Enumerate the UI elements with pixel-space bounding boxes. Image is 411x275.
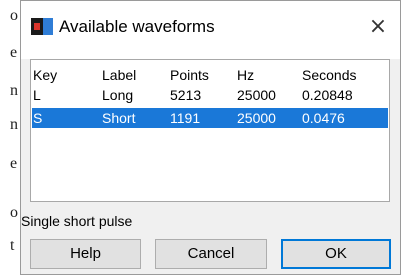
cancel-button[interactable]: Cancel [155,239,267,269]
background-letter: t [10,237,15,254]
cell-label: Short [102,110,136,126]
waveform-description: Single short pulse [21,213,133,229]
cell-key: L [33,87,41,103]
cell-points: 1191 [170,110,201,126]
cell-label: Long [102,87,134,103]
cell-key: S [33,110,43,126]
close-icon[interactable]: × [365,14,391,40]
ok-button[interactable]: OK [281,239,391,269]
column-header-points[interactable]: Points [170,65,209,85]
cell-seconds: 0.0476 [302,110,345,126]
cell-hz: 25000 [237,87,276,103]
waveform-list[interactable]: Key Label Points Hz Seconds L Long 5213 … [30,59,390,202]
cell-hz: 25000 [237,110,276,126]
waveforms-dialog: Available waveforms × Key Label Points H… [20,0,401,275]
app-icon [31,18,53,35]
dialog-title: Available waveforms [59,17,215,36]
list-row-short[interactable]: S Short 1191 25000 0.0476 [32,108,388,128]
list-header: Key Label Points Hz Seconds [32,65,388,85]
background-letter: o [10,204,18,221]
background-letter: n [10,116,18,133]
background-letter: o [10,7,18,24]
help-button[interactable]: Help [30,239,141,269]
background-letter: e [10,44,18,61]
column-header-label[interactable]: Label [102,65,136,85]
background-letter: e [10,155,18,172]
list-row-long[interactable]: L Long 5213 25000 0.20848 [32,85,388,105]
background-letter: n [10,82,18,99]
column-header-key[interactable]: Key [33,65,57,85]
background-document-right [400,0,411,275]
column-header-seconds[interactable]: Seconds [302,65,356,85]
cell-seconds: 0.20848 [302,87,353,103]
column-header-hz[interactable]: Hz [237,65,254,85]
title-bar[interactable]: Available waveforms × [21,1,400,59]
cell-points: 5213 [170,87,202,103]
